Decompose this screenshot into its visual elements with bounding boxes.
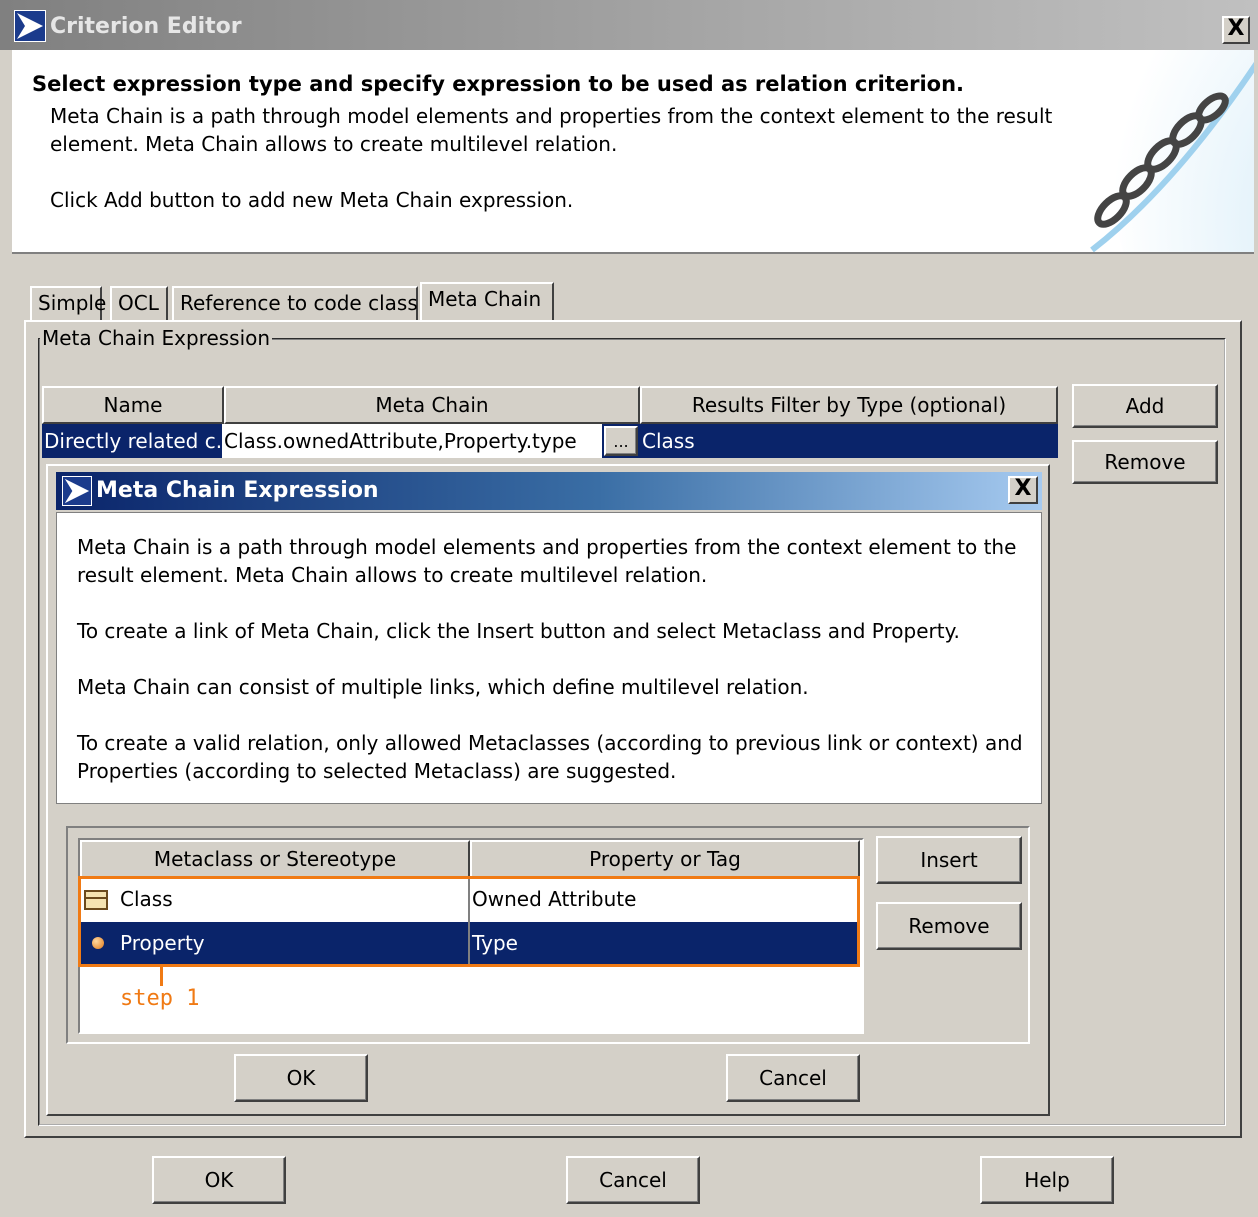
- window-title: Criterion Editor: [50, 14, 242, 39]
- inner-dialog-title: Meta Chain Expression: [96, 478, 379, 503]
- table-row[interactable]: Directly related c... Class.ownedAttribu…: [42, 424, 1058, 458]
- annotation-highlight-box: [78, 876, 860, 967]
- help-button[interactable]: Help: [980, 1156, 1114, 1204]
- app-icon: [14, 10, 46, 42]
- chain-graphic: [1052, 50, 1254, 252]
- desc-line: To create a link of Meta Chain, click th…: [77, 619, 960, 643]
- close-button[interactable]: X: [1222, 16, 1250, 44]
- desc-line: Meta Chain is a path through model eleme…: [77, 535, 1017, 559]
- header-desc-line-3: Click Add button to add new Meta Chain e…: [50, 188, 574, 212]
- header-panel: Select expression type and specify expre…: [12, 50, 1254, 254]
- desc-line: To create a valid relation, only allowed…: [77, 731, 1023, 755]
- cell-name: Directly related c...: [44, 429, 222, 453]
- column-header-metaclass[interactable]: Metaclass or Stereotype: [80, 840, 470, 878]
- inner-app-icon: [62, 476, 92, 506]
- desc-line: Meta Chain can consist of multiple links…: [77, 675, 809, 699]
- inner-remove-button[interactable]: Remove: [876, 902, 1022, 950]
- tab-ocl[interactable]: OCL: [110, 286, 168, 320]
- header-desc-line-2: element. Meta Chain allows to create mul…: [50, 132, 618, 156]
- inner-title-bar: Meta Chain Expression X: [56, 472, 1042, 510]
- inner-close-button[interactable]: X: [1008, 476, 1038, 504]
- tab-reference-to-code-class[interactable]: Reference to code class: [172, 286, 418, 320]
- group-legend: Meta Chain Expression: [40, 326, 273, 350]
- remove-button[interactable]: Remove: [1072, 440, 1218, 484]
- inner-cancel-button[interactable]: Cancel: [726, 1054, 860, 1102]
- inner-ok-button[interactable]: OK: [234, 1054, 368, 1102]
- tab-simple[interactable]: Simple: [30, 286, 106, 320]
- desc-line: Properties (according to selected Metacl…: [77, 759, 677, 783]
- window-title-bar: Criterion Editor X: [0, 0, 1258, 50]
- column-header-meta-chain[interactable]: Meta Chain: [224, 386, 640, 424]
- desc-line: result element. Meta Chain allows to cre…: [77, 563, 708, 587]
- cell-meta-chain[interactable]: Class.ownedAttribute,Property.type: [222, 424, 602, 458]
- header-desc-line-1: Meta Chain is a path through model eleme…: [50, 104, 1053, 128]
- ellipsis-button[interactable]: ...: [604, 426, 638, 456]
- annotation-connector: [160, 966, 163, 988]
- column-header-property[interactable]: Property or Tag: [470, 840, 860, 878]
- annotation-step-label: step 1: [116, 986, 204, 1011]
- cancel-button[interactable]: Cancel: [566, 1156, 700, 1204]
- column-header-results-filter[interactable]: Results Filter by Type (optional): [640, 386, 1058, 424]
- inner-description: Meta Chain is a path through model eleme…: [56, 512, 1042, 804]
- insert-button[interactable]: Insert: [876, 836, 1022, 884]
- add-button[interactable]: Add: [1072, 384, 1218, 428]
- header-title: Select expression type and specify expre…: [32, 72, 965, 96]
- tab-meta-chain[interactable]: Meta Chain: [420, 282, 554, 320]
- column-header-name[interactable]: Name: [42, 386, 224, 424]
- ok-button[interactable]: OK: [152, 1156, 286, 1204]
- cell-results-filter: Class: [642, 429, 695, 453]
